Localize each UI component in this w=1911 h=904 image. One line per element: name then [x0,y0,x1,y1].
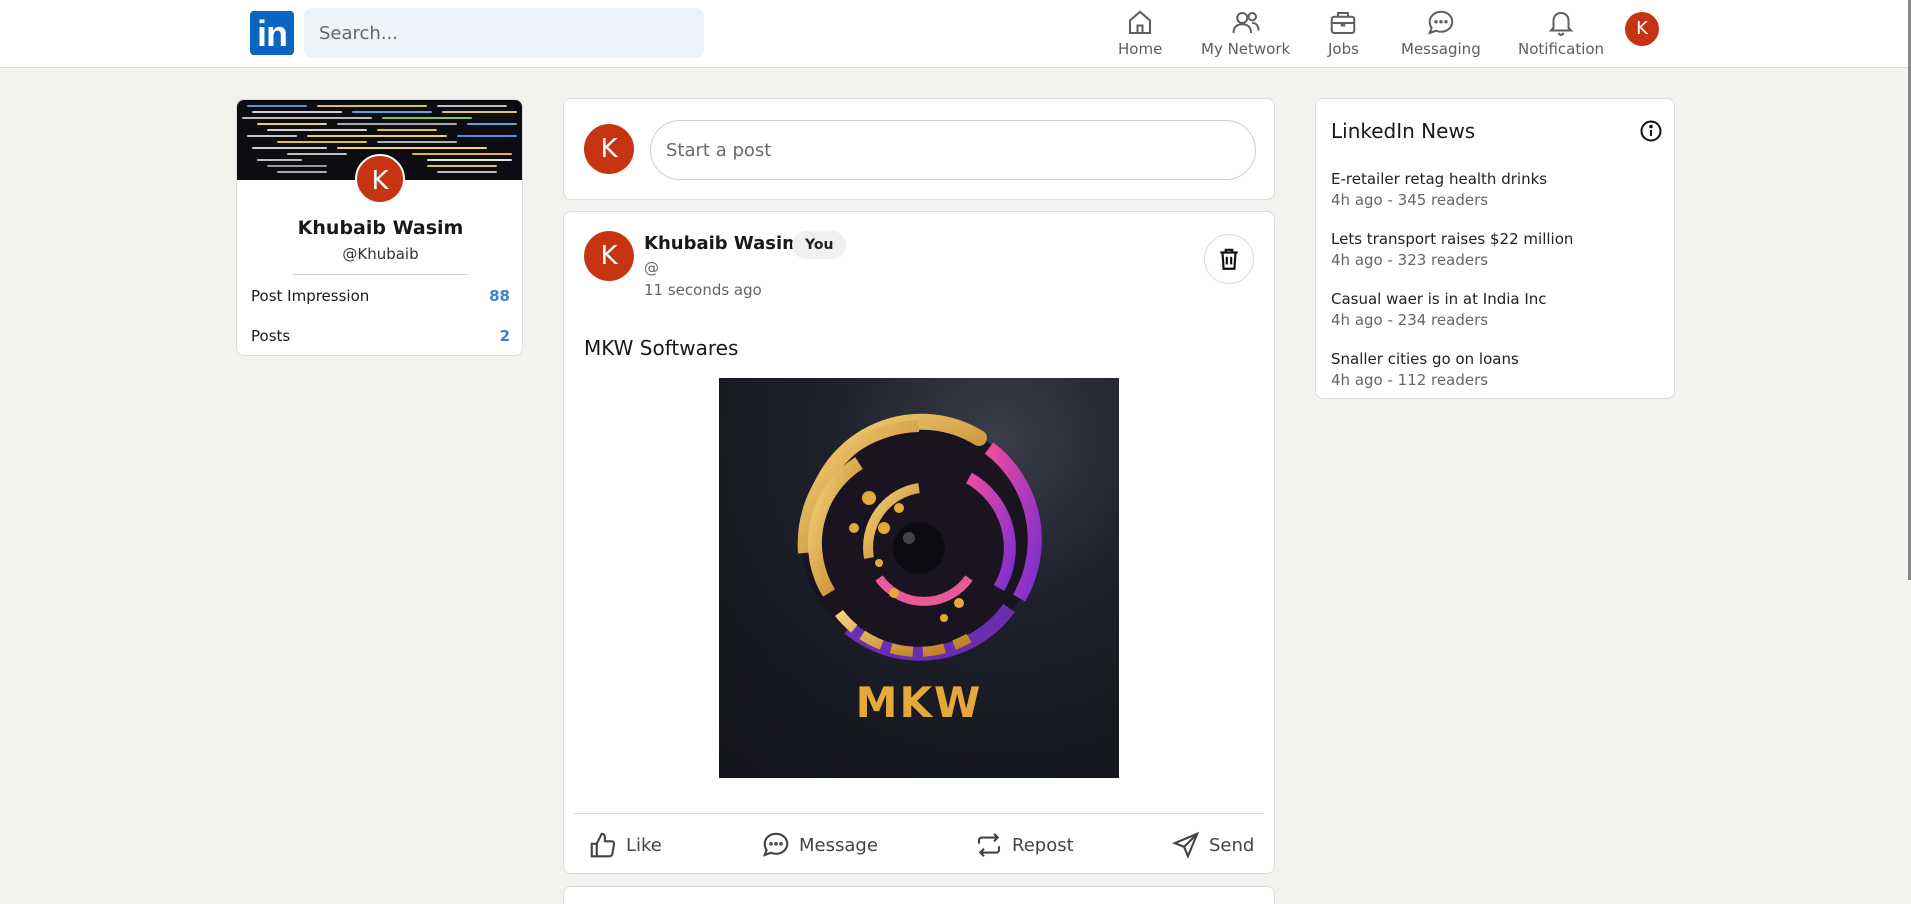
stat-post-impression[interactable]: Post Impression 88 [251,287,510,305]
message-button[interactable]: Message [761,828,878,862]
top-navbar: in Home My Network Jobs Messaging Notifi… [0,0,1908,68]
message-label: Message [799,834,878,856]
news-headline: Lets transport raises $22 million [1331,230,1574,248]
nav-home[interactable]: Home [1118,8,1162,60]
comment-icon [762,832,789,857]
nav-notification-label: Notification [1518,40,1605,58]
bell-icon [1548,11,1574,36]
news-meta: 4h ago - 234 readers [1331,311,1489,329]
next-post-card [563,886,1275,904]
news-item[interactable]: Casual waer is in at India Inc 4h ago - … [1331,290,1661,329]
mkw-logo-text: MKW [855,678,983,727]
send-icon [1171,831,1200,860]
send-button[interactable]: Send [1171,828,1254,862]
send-label: Send [1209,834,1255,856]
post-author-name[interactable]: Khubaib Wasim [644,233,801,254]
you-badge: You [792,231,847,259]
post-composer: K [563,98,1275,200]
delete-post-button[interactable] [1204,234,1254,284]
post-text: MKW Softwares [584,336,739,360]
news-meta: 4h ago - 345 readers [1331,191,1489,209]
profile-name: Khubaib Wasim [297,217,464,239]
post-timestamp: 11 seconds ago [644,281,762,299]
linkedin-news-card: LinkedIn News E-retailer retag health dr… [1315,98,1675,399]
nav-messaging-label: Messaging [1401,40,1481,58]
news-meta: 4h ago - 323 readers [1331,251,1489,269]
thumbs-up-icon [590,832,616,858]
composer-avatar[interactable]: K [584,124,634,174]
news-title: LinkedIn News [1331,119,1476,143]
profile-card: K Khubaib Wasim @Khubaib Post Impression… [236,99,523,356]
stat-label: Posts [251,327,291,345]
users-icon [1232,12,1260,34]
post-card: K Khubaib Wasim You @ 11 seconds ago MKW… [563,211,1275,874]
post-divider [574,813,1264,814]
nav-home-label: Home [1118,40,1163,58]
trash-icon [1220,248,1238,270]
nav-notification[interactable]: Notification [1518,8,1604,60]
info-icon[interactable] [1639,119,1663,143]
search-input[interactable] [304,8,704,58]
stat-value: 2 [499,327,510,345]
news-headline: Snaller cities go on loans [1331,350,1519,368]
news-meta: 4h ago - 112 readers [1331,371,1489,389]
nav-my-network-label: My Network [1201,40,1291,58]
like-label: Like [626,834,662,856]
news-headline: E-retailer retag health drinks [1331,170,1548,188]
news-item[interactable]: Snaller cities go on loans 4h ago - 112 … [1331,350,1661,389]
post-author-handle: @ [644,259,659,277]
stat-label: Post Impression [251,287,370,305]
briefcase-icon [1331,12,1356,34]
profile-handle: @Khubaib [342,245,419,263]
info-circle-glyph [1640,120,1662,142]
news-headline: Casual waer is in at India Inc [1331,290,1547,308]
repost-button[interactable]: Repost [974,828,1074,862]
linkedin-logo[interactable]: in [250,11,294,55]
post-author-avatar[interactable]: K [584,231,634,281]
start-post-input[interactable] [650,120,1256,180]
stat-value: 88 [489,287,510,305]
profile-avatar[interactable]: K [355,154,405,204]
repost-icon [977,832,1001,858]
like-button[interactable]: Like [588,828,662,862]
nav-avatar[interactable]: K [1625,12,1659,46]
nav-jobs[interactable]: Jobs [1328,8,1359,60]
news-item[interactable]: E-retailer retag health drinks 4h ago - … [1331,170,1661,209]
nav-messaging[interactable]: Messaging [1401,8,1481,60]
news-item[interactable]: Lets transport raises $22 million 4h ago… [1331,230,1661,269]
stat-posts[interactable]: Posts 2 [251,327,510,345]
repost-label: Repost [1012,834,1074,856]
nav-jobs-label: Jobs [1328,40,1359,58]
chat-icon [1427,10,1454,35]
post-image[interactable]: MKW [719,378,1119,778]
nav-my-network[interactable]: My Network [1201,8,1290,60]
profile-divider [293,274,468,275]
home-icon [1129,10,1152,34]
